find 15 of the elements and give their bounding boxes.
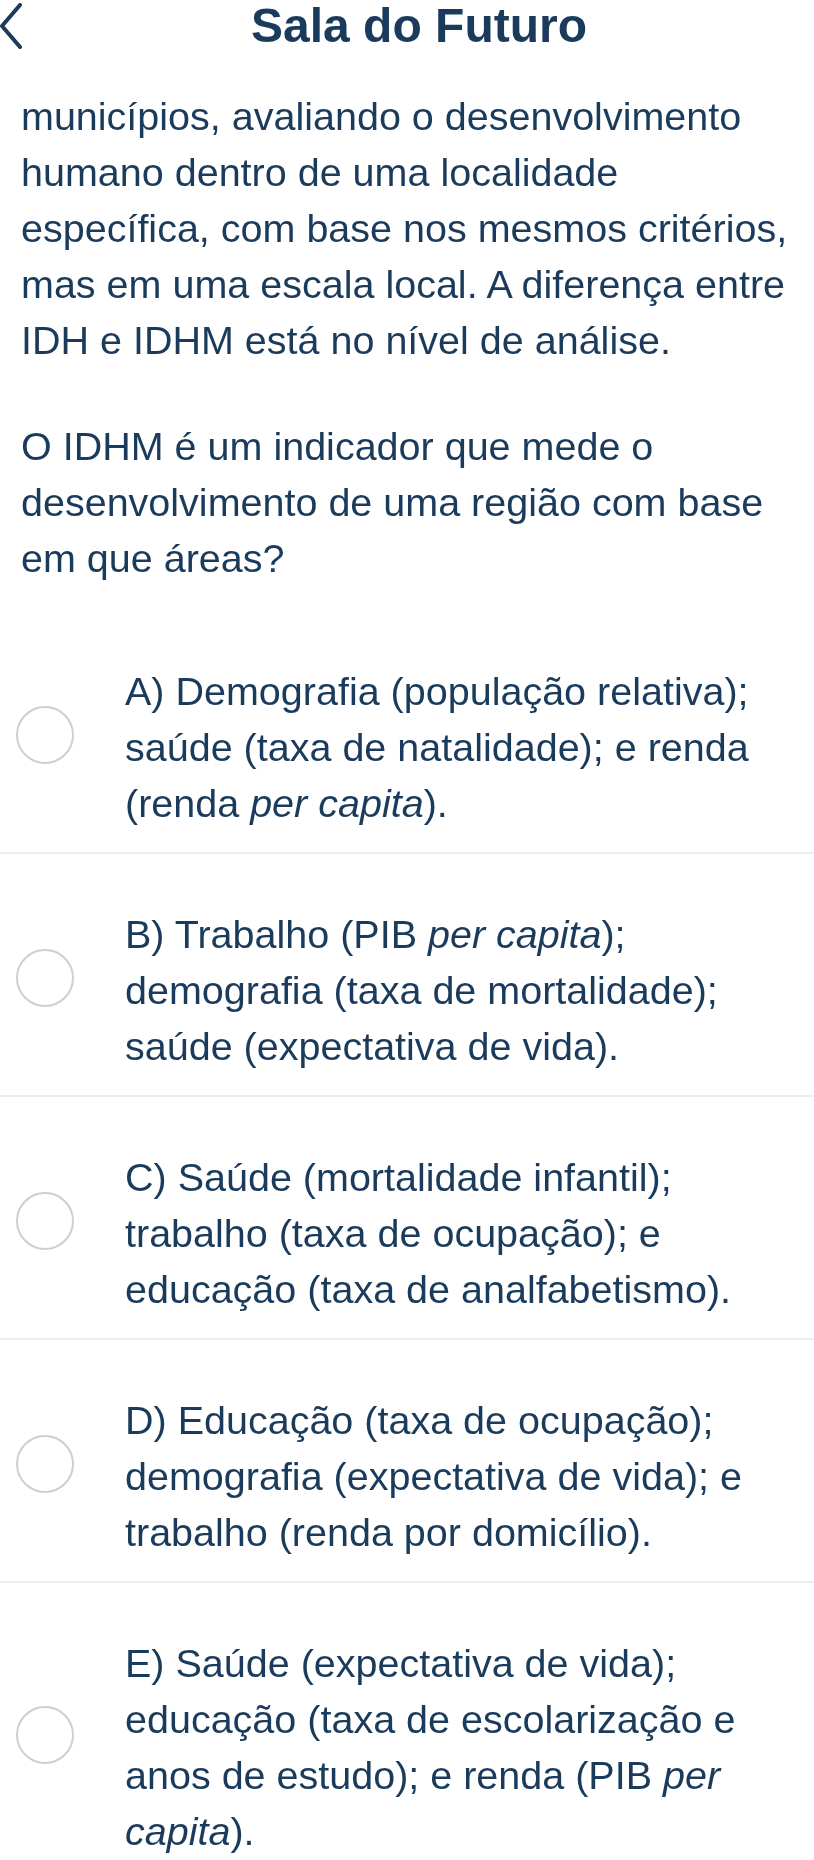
paragraph-text: O IDHM é um indicador que mede o desenvolvimento de uma região com base em que áreas? — [21, 423, 765, 582]
radio-button[interactable] — [16, 706, 74, 764]
option-text: B) Trabalho (PIB per capita); demografia (taxa de mortalidade); saúde (expectativa de vida). — [125, 911, 719, 1070]
radio-button[interactable] — [16, 1192, 74, 1250]
option-text: A) Demografia (população relativa); saúde (taxa de natalidade); e renda (renda per capita). — [125, 668, 750, 827]
radio-button[interactable] — [16, 1706, 74, 1764]
option-text: D) Educação (taxa de ocupação); demografia (expectativa de vida); e trabalho (renda por domicílio). — [125, 1397, 743, 1556]
radio-button[interactable] — [16, 1435, 74, 1493]
option-text: C) Saúde (mortalidade infantil); trabalho (taxa de ocupação); e educação (taxa de analfabetismo). — [125, 1154, 733, 1313]
back-button[interactable] — [0, 2, 24, 50]
chevron-left-icon — [0, 3, 22, 49]
paragraph-text: municípios, avaliando o desenvolvimento humano dentro de uma localidade específica, com base nos mesmos critérios, mas em uma escala local. A diferença entre IDH e IDHM está no nível de análise. — [21, 93, 789, 364]
option-text: E) Saúde (expectativa de vida); educação (taxa de escolarização e anos de estudo); e renda (PIB per capita). — [125, 1640, 737, 1855]
page-title: Sala do Futuro — [251, 0, 587, 52]
radio-button[interactable] — [16, 949, 74, 1007]
